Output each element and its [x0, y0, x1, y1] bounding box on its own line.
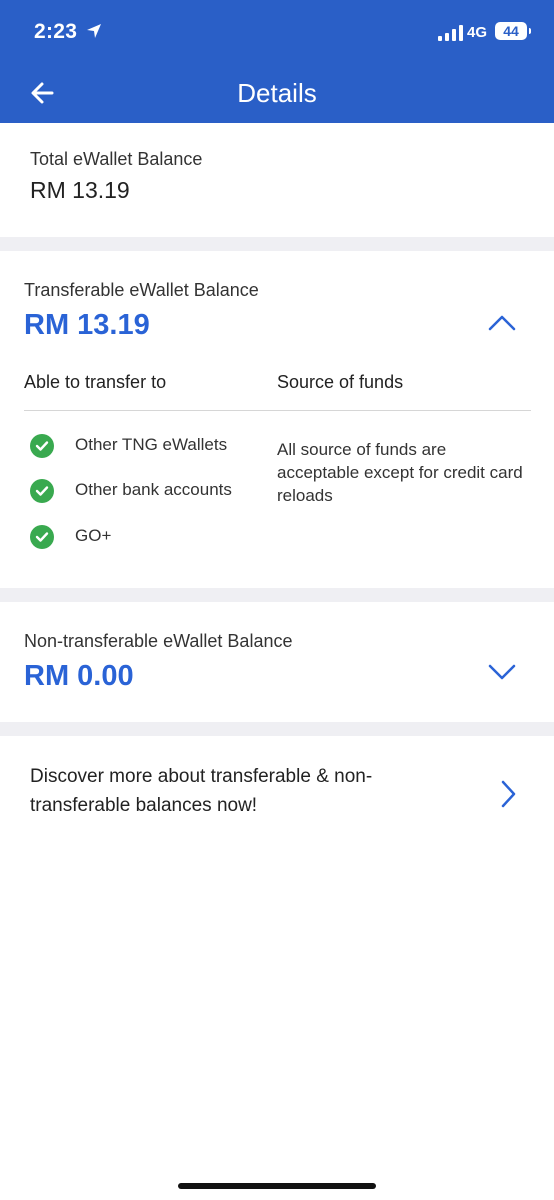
- total-balance-amount: RM 13.19: [30, 177, 130, 203]
- total-balance-section: Total eWallet Balance RM 13.19: [0, 123, 554, 237]
- transferable-label: Transferable eWallet Balance: [24, 280, 259, 300]
- battery-icon: 44: [495, 22, 531, 40]
- source-of-funds-header: Source of funds: [277, 372, 404, 392]
- discover-text: Discover more about transferable & non-t…: [30, 766, 373, 816]
- app-header: 2:23 4G 44 Details: [0, 0, 554, 123]
- transferable-amount: RM 13.19: [24, 309, 150, 341]
- check-circle-icon: [30, 525, 54, 549]
- location-arrow-icon: [87, 24, 101, 38]
- section-divider: [0, 588, 554, 602]
- discover-more-link[interactable]: Discover more about transferable & non-t…: [0, 736, 554, 856]
- page-title: Details: [237, 78, 317, 108]
- transferable-section: Transferable eWallet Balance RM 13.19 Ab…: [0, 251, 554, 588]
- check-circle-icon: [30, 479, 54, 503]
- check-circle-icon: [30, 434, 54, 458]
- non-transferable-label: Non-transferable eWallet Balance: [24, 631, 293, 651]
- destination-label: Other bank accounts: [75, 480, 232, 499]
- section-divider: [0, 237, 554, 251]
- total-balance-label: Total eWallet Balance: [30, 149, 203, 169]
- network-type: 4G: [467, 24, 488, 41]
- section-divider: [0, 722, 554, 736]
- home-indicator[interactable]: [178, 1183, 376, 1189]
- destination-label: GO+: [75, 526, 112, 545]
- chevron-down-icon[interactable]: [486, 660, 518, 684]
- chevron-up-icon[interactable]: [486, 311, 518, 335]
- signal-icon: [438, 25, 463, 41]
- non-transferable-amount: RM 0.00: [24, 660, 134, 692]
- table-divider: [24, 410, 531, 411]
- status-time: 2:23: [34, 20, 78, 43]
- source-of-funds-text: All source of funds are acceptable excep…: [277, 440, 523, 505]
- non-transferable-section[interactable]: Non-transferable eWallet Balance RM 0.00: [0, 602, 554, 722]
- chevron-right-icon[interactable]: [496, 778, 520, 810]
- destination-label: Other TNG eWallets: [75, 435, 228, 454]
- transfer-to-header: Able to transfer to: [24, 372, 167, 392]
